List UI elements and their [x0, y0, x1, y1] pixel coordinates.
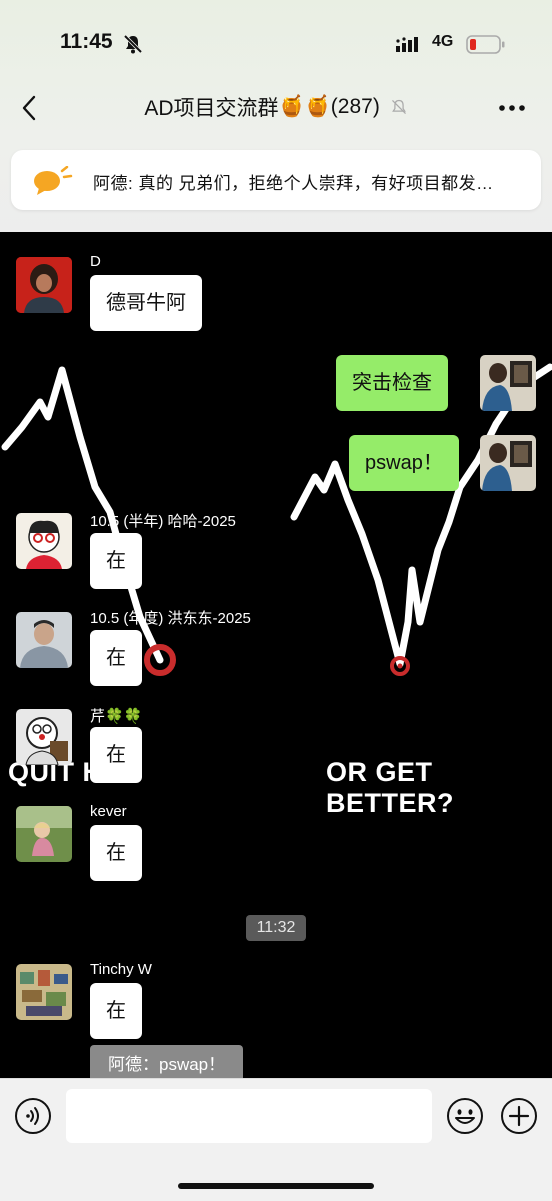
avatar-image: [16, 709, 72, 765]
avatar-image: [16, 806, 72, 862]
message-input[interactable]: [66, 1089, 432, 1143]
message-bubble[interactable]: 在: [90, 727, 142, 783]
emoji-icon[interactable]: [446, 1097, 484, 1135]
honey-pot-emoji: 🍯🍯: [278, 95, 331, 118]
avatar-image: [16, 513, 72, 569]
avatar[interactable]: [16, 513, 72, 569]
bell-off-icon: [123, 34, 143, 54]
chat-title: AD项目交流群🍯🍯(287): [0, 92, 552, 122]
avatar[interactable]: [16, 709, 72, 765]
avatar[interactable]: [16, 964, 72, 1020]
overlay-text-right: OR GET BETTER?: [326, 757, 454, 818]
status-bar: 11:45 4G: [0, 30, 552, 60]
zigzag-chart-graphic: [1, 363, 552, 676]
avatar[interactable]: [16, 806, 72, 862]
avatar-image: [480, 435, 536, 491]
message-bubble[interactable]: 在: [90, 630, 142, 686]
self-avatar[interactable]: [480, 355, 536, 411]
sender-name: 芹🍀🍀: [90, 708, 143, 725]
member-count: (287): [330, 95, 380, 118]
home-indicator: [178, 1183, 374, 1189]
plus-icon[interactable]: [500, 1097, 538, 1135]
battery-icon: [466, 35, 505, 54]
signal-icon: [396, 37, 418, 52]
sender-name: kever: [90, 803, 127, 820]
pinned-message[interactable]: 阿德: 真的 兄弟们，拒绝个人崇拜，有好项目都发…: [11, 150, 541, 210]
message-bubble[interactable]: 在: [90, 533, 142, 589]
sender-name: 10.5 (年度) 洪东东-2025: [90, 610, 251, 627]
self-message-bubble[interactable]: 突击检查: [336, 355, 448, 411]
quoted-message[interactable]: 阿德：pswap！: [90, 1045, 244, 1079]
message-bubble[interactable]: 在: [90, 983, 142, 1039]
avatar-image: [16, 257, 72, 313]
sender-name: Tinchy W: [90, 961, 152, 978]
input-bar: [0, 1078, 552, 1201]
mute-icon: [391, 99, 406, 114]
voice-icon[interactable]: [14, 1097, 52, 1135]
message-bubble[interactable]: 德哥牛阿: [90, 275, 202, 331]
avatar[interactable]: [16, 257, 72, 313]
avatar[interactable]: [16, 612, 72, 668]
avatar-image: [16, 964, 72, 1020]
self-message-bubble[interactable]: pswap！: [349, 435, 459, 491]
message-bubble[interactable]: 在: [90, 825, 142, 881]
sender-name: 10.5 (半年) 哈哈-2025: [90, 513, 236, 530]
nav-bar: AD项目交流群🍯🍯(287): [0, 86, 552, 130]
self-avatar[interactable]: [480, 435, 536, 491]
speech-bubble-icon: [34, 166, 73, 195]
pinned-text: 阿德: 真的 兄弟们，拒绝个人崇拜，有好项目都发…: [93, 174, 494, 193]
time-divider: 11:32: [246, 915, 306, 941]
network-type: 4G: [432, 33, 454, 50]
more-icon[interactable]: [498, 104, 526, 112]
status-time: 11:45: [60, 30, 113, 53]
avatar-image: [16, 612, 72, 668]
sender-name: D: [90, 253, 101, 270]
avatar-image: [480, 355, 536, 411]
chat-background-video: QUIT H OR GET BETTER?: [0, 232, 552, 1078]
group-name: AD项目交流群: [144, 97, 279, 120]
